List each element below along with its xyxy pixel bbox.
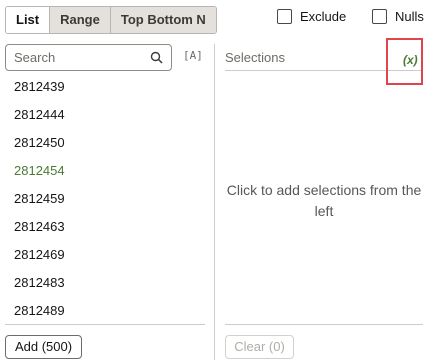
clear-button[interactable]: Clear (0): [225, 335, 294, 359]
selections-empty-hint: Click to add selections from the left: [226, 182, 422, 219]
list-item[interactable]: 2812439: [14, 79, 65, 94]
list-item[interactable]: 2812469: [14, 247, 65, 262]
list-footer-divider: [5, 324, 205, 325]
search-input[interactable]: [14, 50, 144, 65]
list-item[interactable]: 2812444: [14, 107, 65, 122]
nulls-checkbox[interactable]: Nulls: [372, 9, 424, 24]
list-item[interactable]: 2812459: [14, 191, 65, 206]
search-field: [5, 44, 172, 71]
selections-footer-divider: [225, 324, 423, 325]
tab-range[interactable]: Range: [49, 7, 110, 33]
add-button[interactable]: Add (500): [5, 335, 82, 359]
text-toggle-icon[interactable]: [A]: [183, 49, 203, 62]
mode-tabs: List Range Top Bottom N: [5, 6, 217, 34]
list-item[interactable]: 2812483: [14, 275, 65, 290]
search-icon[interactable]: [150, 51, 163, 64]
checkbox-icon: [372, 9, 387, 24]
list-item[interactable]: 2812463: [14, 219, 65, 234]
tab-top-bottom-n[interactable]: Top Bottom N: [109, 7, 216, 33]
list-item[interactable]: 2812450: [14, 135, 65, 150]
checkbox-icon: [277, 9, 292, 24]
expression-button[interactable]: (x): [403, 53, 418, 67]
tab-list[interactable]: List: [6, 7, 50, 33]
list-item[interactable]: 2812489: [14, 303, 65, 318]
nulls-label: Nulls: [395, 9, 424, 24]
selections-title: Selections: [225, 50, 285, 65]
list-item[interactable]: 2812454: [14, 163, 65, 178]
panel-divider[interactable]: [214, 44, 215, 360]
exclude-checkbox[interactable]: Exclude: [277, 9, 346, 24]
exclude-label: Exclude: [300, 9, 347, 24]
